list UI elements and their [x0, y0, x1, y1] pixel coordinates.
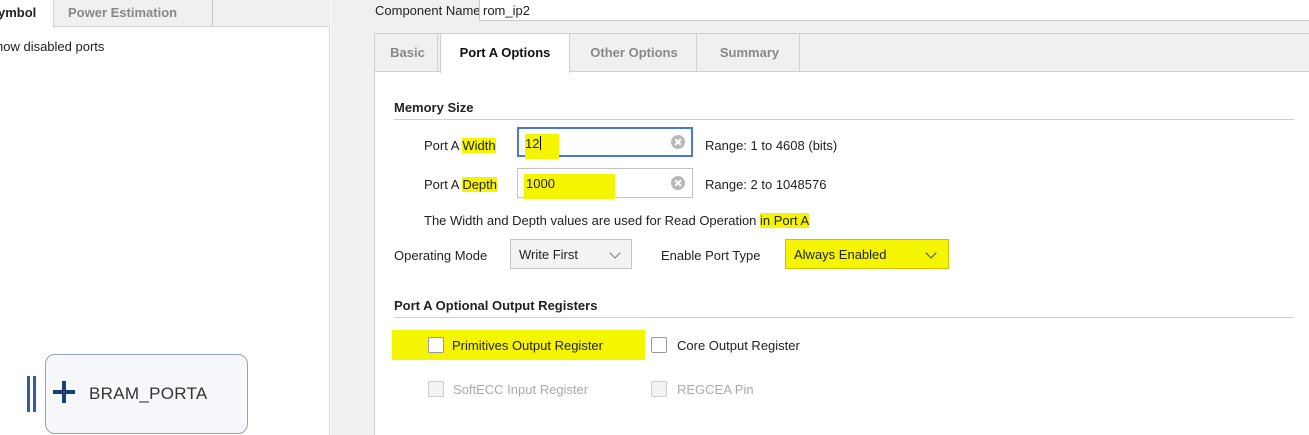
regcea-pin-label: REGCEA Pin [677, 382, 754, 397]
tab-other-options[interactable]: Other Options [572, 34, 697, 72]
clear-icon[interactable] [671, 135, 685, 149]
bram-porta-label: BRAM_PORTA [89, 384, 208, 403]
port-bars-icon [27, 376, 39, 412]
tab-symbol[interactable]: ymbol [0, 0, 54, 28]
tab-port-a-options[interactable]: Port A Options [440, 34, 570, 73]
tab-content-panel [374, 33, 1309, 435]
depth-range-text: Range: 2 to 1048576 [705, 177, 827, 192]
enable-port-type-select[interactable]: Always Enabled [785, 239, 949, 269]
primitives-output-register-label: Primitives Output Register [452, 338, 603, 353]
left-tabs-bar: ymbol Power Estimation [0, 0, 330, 28]
memory-size-title: Memory Size [394, 100, 474, 115]
port-a-width-input[interactable]: 12 [517, 127, 693, 159]
softecc-input-register-checkbox[interactable] [428, 381, 444, 397]
port-a-depth-input[interactable]: 1000 [517, 168, 693, 199]
component-name-input[interactable]: rom_ip2 [479, 0, 1309, 21]
softecc-input-register-label: SoftECC Input Register [453, 382, 589, 397]
text-cursor [540, 136, 542, 150]
tab-basic[interactable]: Basic [378, 34, 438, 72]
enable-port-type-label: Enable Port Type [661, 248, 761, 263]
port-a-depth-label: Port A Depth [424, 177, 498, 192]
section-divider [394, 119, 1294, 120]
regcea-pin-checkbox[interactable] [651, 381, 667, 397]
width-range-text: Range: 1 to 4608 (bits) [705, 138, 838, 153]
tab-power-estimation[interactable]: Power Estimation [68, 0, 213, 27]
core-output-register-label: Core Output Register [677, 338, 800, 353]
port-a-width-label: Port A Width [424, 138, 496, 153]
section-divider [394, 317, 1294, 318]
primitives-output-register-checkbox[interactable] [428, 337, 444, 353]
clear-icon[interactable] [671, 176, 685, 190]
output-registers-title: Port A Optional Output Registers [394, 298, 598, 313]
core-output-register-checkbox[interactable] [651, 337, 667, 353]
show-disabled-ports-label[interactable]: how disabled ports [0, 39, 104, 54]
tab-summary[interactable]: Summary [700, 34, 800, 72]
left-panel: ymbol Power Estimation how disabled port… [0, 0, 330, 435]
plus-icon[interactable] [53, 381, 75, 403]
width-depth-note: The Width and Depth values are used for … [424, 213, 810, 228]
component-name-label: Component Name [375, 3, 481, 18]
operating-mode-label: Operating Mode [394, 248, 488, 263]
